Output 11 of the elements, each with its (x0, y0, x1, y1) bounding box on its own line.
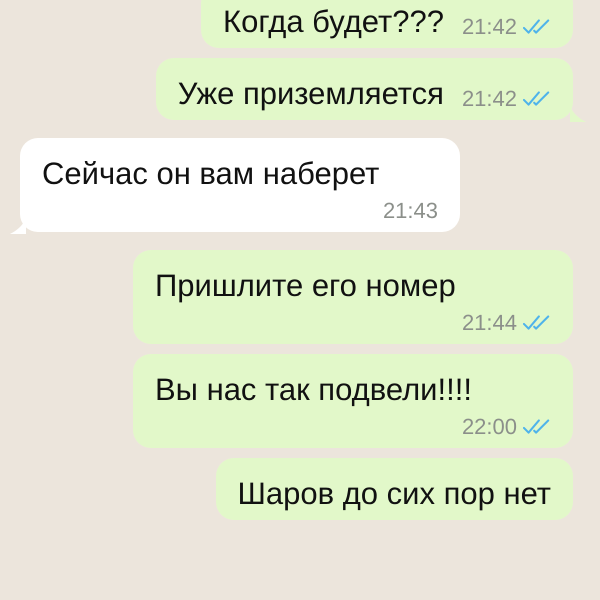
message-text: Шаров до сих пор нет (238, 476, 551, 512)
message-text: Сейчас он вам наберет (42, 156, 380, 192)
message-time: 21:42 (462, 86, 517, 112)
message-text: Уже приземляется (178, 76, 444, 112)
message-time: 21:42 (462, 14, 517, 40)
message-time: 21:43 (382, 198, 438, 224)
message-text: Вы нас так подвели!!!! (155, 372, 473, 408)
message-time: 22:00 (462, 414, 517, 440)
message-time: 21:44 (462, 310, 517, 336)
message-text: Пришлите его номер (155, 268, 457, 304)
message-text: Когда будет??? (223, 4, 444, 40)
